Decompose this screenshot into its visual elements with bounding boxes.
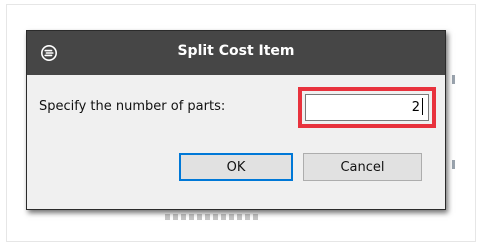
background-fragment <box>452 160 455 169</box>
dialog-title: Split Cost Item <box>177 43 295 59</box>
dialog-titlebar[interactable]: Split Cost Item <box>27 31 445 75</box>
input-highlight-box <box>298 87 436 128</box>
parts-prompt-label: Specify the number of parts: <box>39 99 226 114</box>
background-text-fragment <box>165 214 261 220</box>
text-caret <box>422 98 423 115</box>
background-fragment <box>452 75 455 84</box>
ok-button[interactable]: OK <box>179 153 293 181</box>
split-cost-item-dialog: Split Cost Item Specify the number of pa… <box>26 30 446 210</box>
number-of-parts-input[interactable] <box>305 94 429 121</box>
cancel-button[interactable]: Cancel <box>303 153 422 181</box>
